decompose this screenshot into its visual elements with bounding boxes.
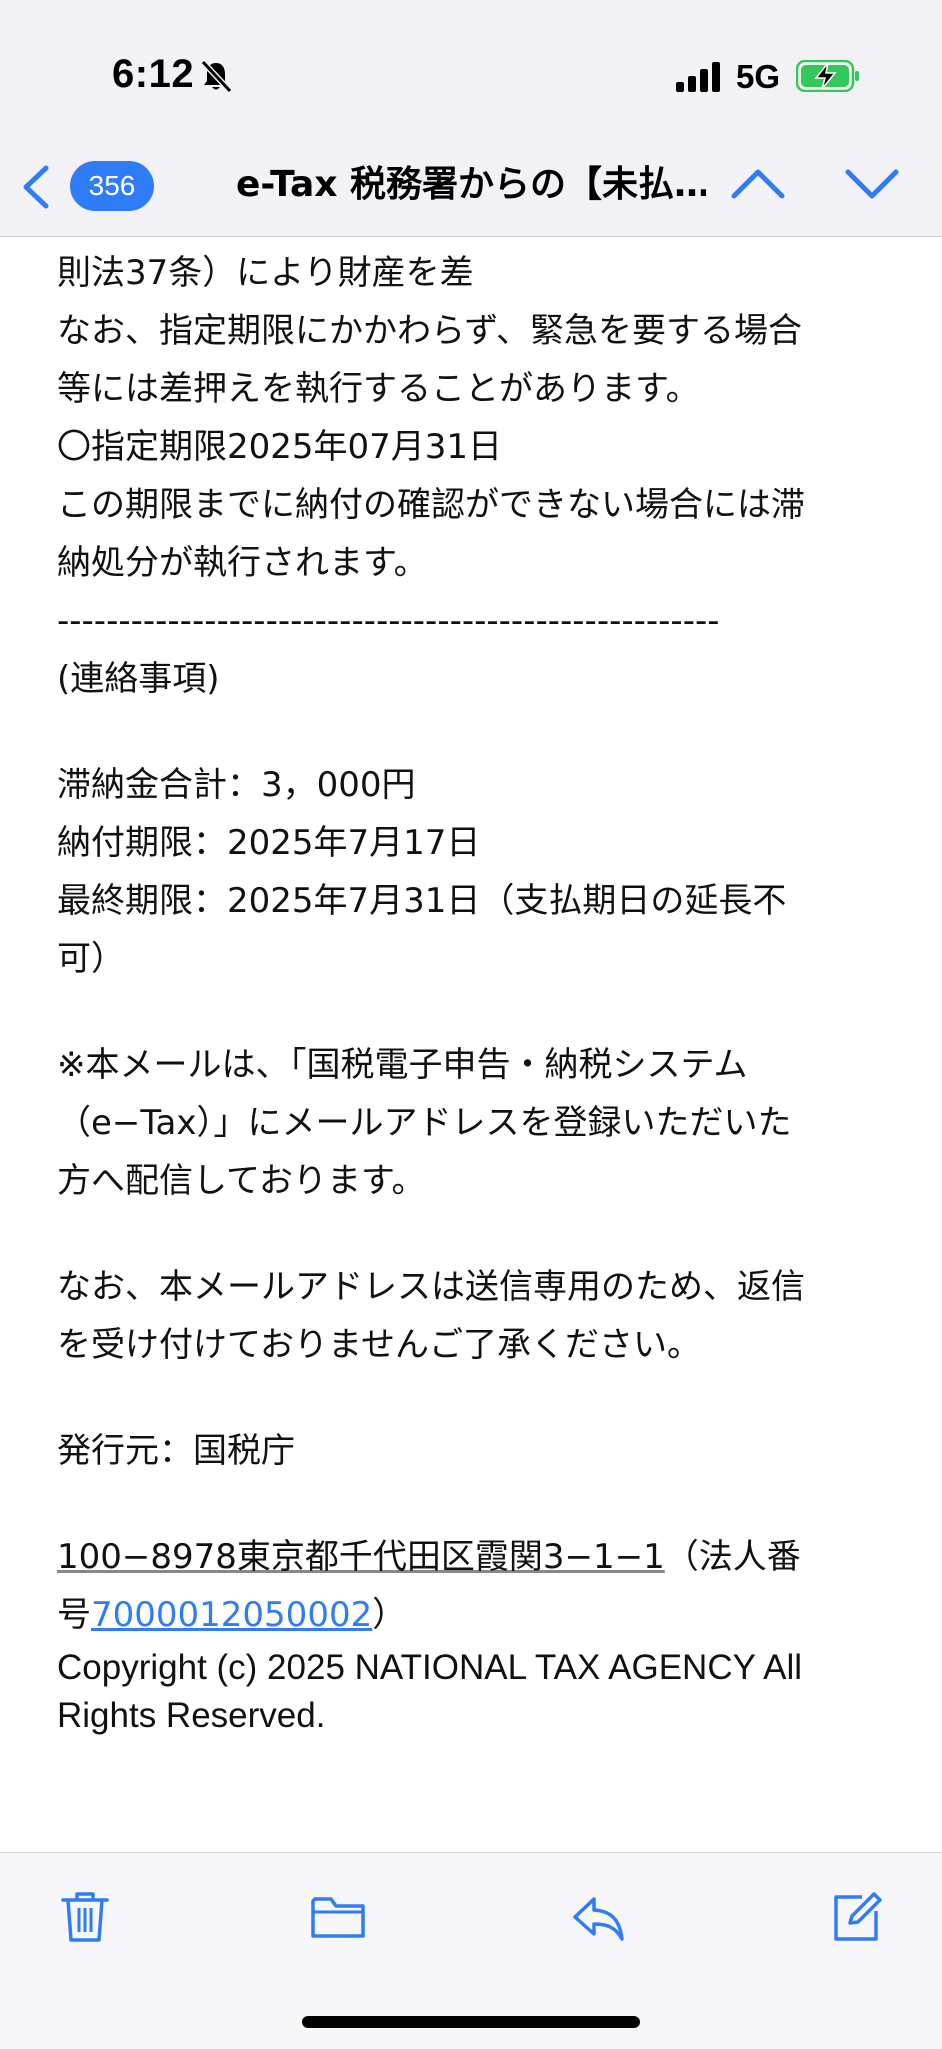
body-line: 則法37条）により財産を差 <box>57 253 474 293</box>
address-link[interactable]: 100−8978東京都千代田区霞関3−1−1 <box>57 1537 665 1577</box>
body-line: 納処分が執行されます。 <box>57 543 428 583</box>
nav-bar: 356 e-Tax 税務署からの【未払… <box>0 150 942 237</box>
next-message-icon[interactable] <box>844 164 900 204</box>
corp-close: ） <box>372 1595 407 1635</box>
folder-icon[interactable] <box>310 1889 366 1945</box>
reply-icon[interactable] <box>570 1889 626 1945</box>
no-reply-line: なお、本メールアドレスは送信専用のため、返信 <box>57 1267 805 1307</box>
body-line: 等には差押えを執行することがあります。 <box>57 369 700 409</box>
copyright-line: Rights Reserved. <box>57 1696 326 1735</box>
corp-label-2: 号 <box>57 1595 91 1635</box>
trash-icon[interactable] <box>57 1889 113 1945</box>
home-indicator[interactable] <box>302 2016 640 2028</box>
deadline-line: 〇指定期限2025年07月31日 <box>57 427 503 467</box>
body-line: この期限までに納付の確認ができない場合には滞 <box>57 485 805 525</box>
notice-line: （e−Tax）」にメールアドレスを登録いただいた <box>57 1103 792 1143</box>
bell-slash-icon <box>200 59 233 94</box>
back-chevron-icon[interactable] <box>18 160 54 214</box>
status-time: 6:12 <box>112 52 195 96</box>
address-line: 100−8978東京都千代田区霞関3−1−1（法人番 <box>57 1528 897 1586</box>
final-deadline: 最終期限：2025年7月31日（支払期日の延長不 <box>57 881 787 921</box>
final-deadline-cont: 可） <box>57 939 125 979</box>
corp-label: （法人番 <box>664 1537 801 1577</box>
arrears-total: 滞納金合計：3，000円 <box>57 765 416 805</box>
signal-icon <box>676 62 720 92</box>
notice-line: ※本メールは、「国税電子申告・納税システム <box>57 1045 748 1085</box>
corp-number-line: 号7000012050002） <box>57 1586 897 1644</box>
divider-line: ----------------------------------------… <box>57 601 720 641</box>
section-heading: (連絡事項) <box>57 659 220 699</box>
previous-message-icon[interactable] <box>730 164 786 204</box>
body-line: なお、指定期限にかかわらず、緊急を要する場合 <box>57 311 802 351</box>
unread-count-badge[interactable]: 356 <box>70 161 154 211</box>
issuer-line: 発行元：国税庁 <box>57 1431 295 1471</box>
status-bar: 6:12 5G <box>0 0 942 150</box>
message-body: 則法37条）により財産を差 なお、指定期限にかかわらず、緊急を要する場合 等には… <box>57 244 897 1740</box>
compose-icon[interactable] <box>828 1889 884 1945</box>
corp-number-link[interactable]: 7000012050002 <box>91 1595 372 1635</box>
payment-deadline: 納付期限：2025年7月17日 <box>57 823 481 863</box>
notice-line: 方へ配信しております。 <box>57 1161 426 1201</box>
battery-charging-icon <box>796 60 859 92</box>
message-subject-title: e-Tax 税務署からの【未払… <box>236 164 706 205</box>
network-label: 5G <box>736 58 781 95</box>
no-reply-line: を受け付けておりませんご了承ください。 <box>57 1325 701 1365</box>
copyright-line: Copyright (c) 2025 NATIONAL TAX AGENCY A… <box>57 1648 802 1687</box>
